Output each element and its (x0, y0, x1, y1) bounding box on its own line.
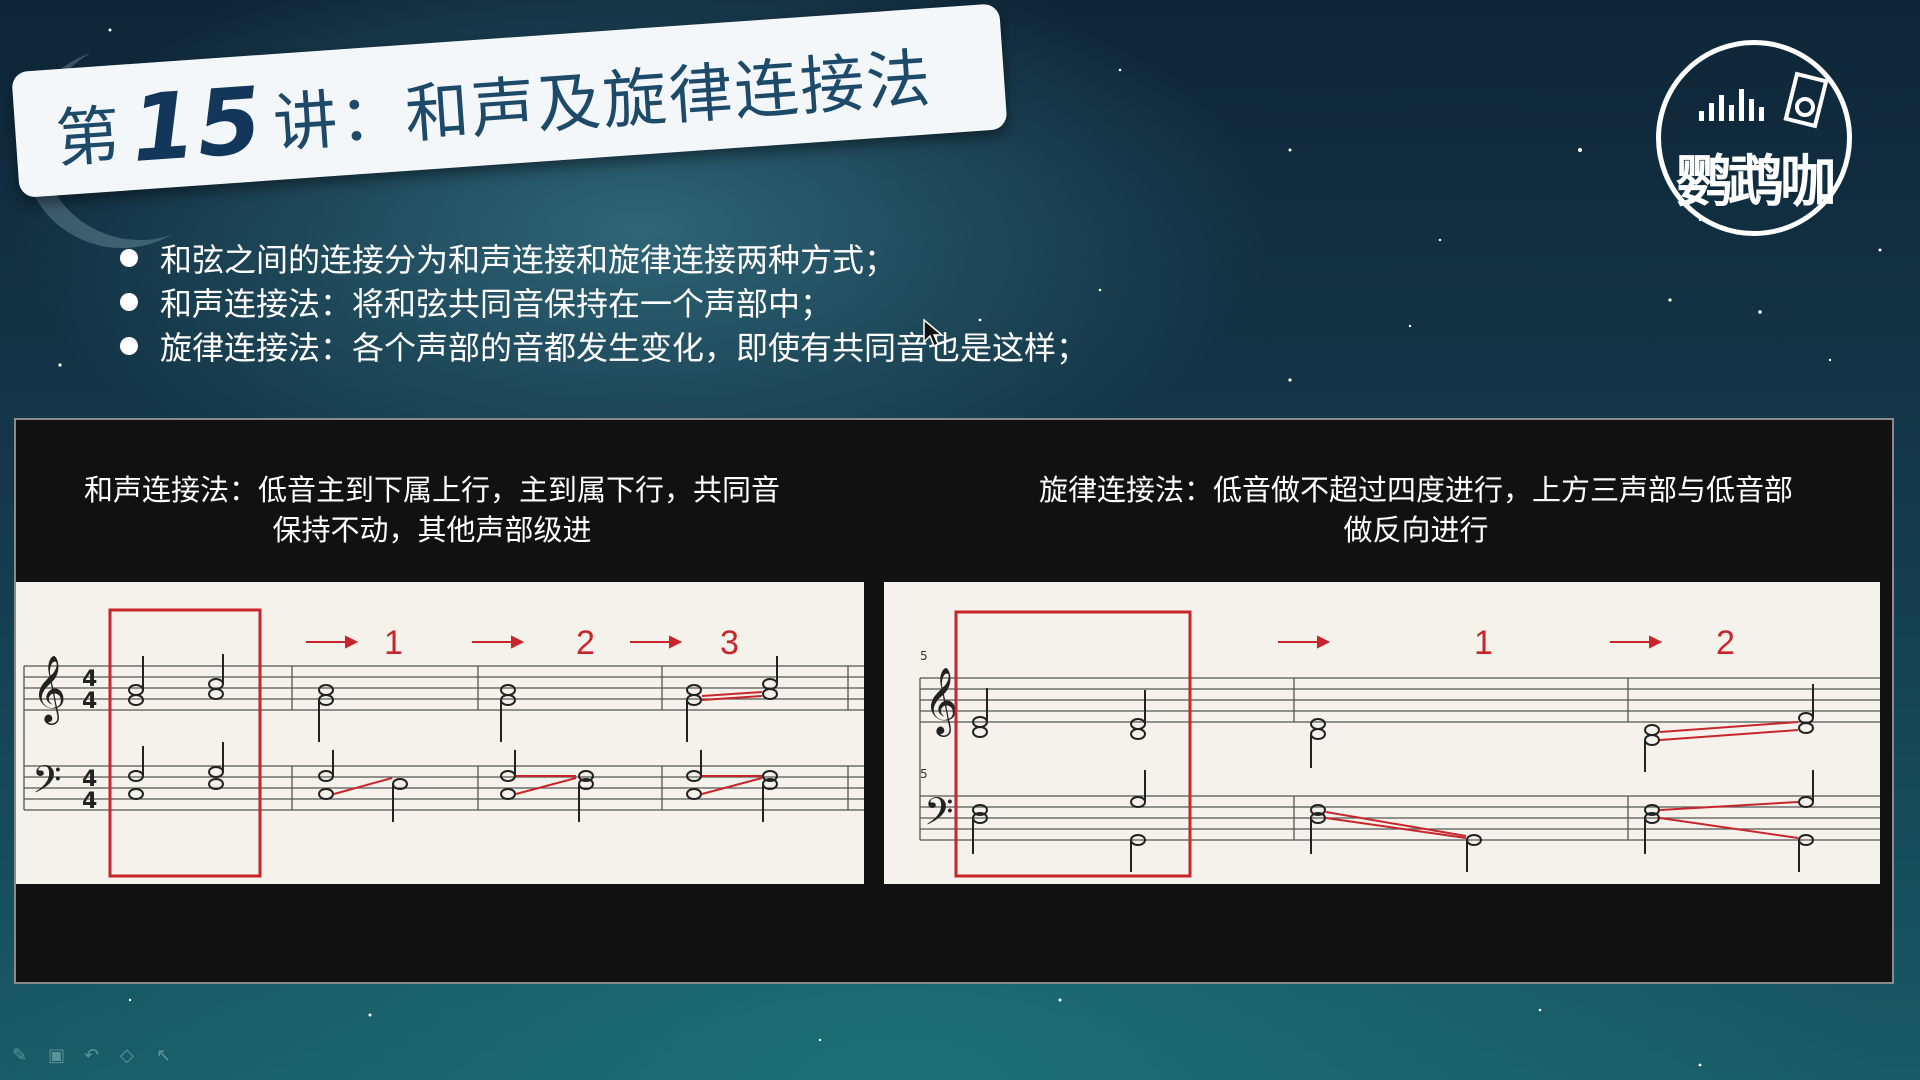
pen-tool-icon[interactable]: ✎ (12, 1046, 34, 1066)
arrow-right-icon (472, 635, 525, 649)
bullet-dot-icon (120, 249, 138, 267)
bullet-text: 旋律连接法：各个声部的音都发生变化，即使有共同音也是这样； (160, 329, 1089, 367)
time-signature-bottom: 4 (82, 789, 97, 814)
mouse-cursor-icon (923, 318, 944, 348)
left-caption: 和声连接法：低音主到下属上行，主到属下行，共同音 保持不动，其他声部级进 (52, 470, 812, 550)
pointer-icon[interactable]: ↖ (156, 1046, 178, 1066)
bullet-text: 和声连接法：将和弦共同音保持在一个声部中； (160, 285, 833, 323)
melodic-connection-score: 5 5 𝄞 𝄢 1 2 (884, 582, 1880, 884)
harmonic-connection-score: 𝄞 𝄢 4 4 4 4 1 2 3 (16, 582, 864, 884)
bass-clef-icon: 𝄢 (32, 757, 62, 811)
arrow-right-icon (1278, 635, 1331, 649)
arrow-right-icon (1610, 635, 1663, 649)
harmonic-score-svg: 𝄞 𝄢 4 4 4 4 1 2 3 (23, 608, 864, 878)
lecture-number: 15 (127, 66, 267, 183)
back-arrow-icon[interactable]: ↶ (84, 1046, 106, 1066)
step-label: 3 (720, 624, 739, 662)
right-caption: 旋律连接法：低音做不超过四度进行，上方三声部与低音部 做反向进行 (976, 470, 1856, 550)
arrow-right-icon (630, 635, 683, 649)
title-prefix: 第 (53, 98, 125, 178)
step-label: 1 (1474, 624, 1493, 662)
logo-badge: 鹦鹉咖 (1656, 40, 1852, 236)
example-panel: 和声连接法：低音主到下属上行，主到属下行，共同音 保持不动，其他声部级进 旋律连… (14, 418, 1894, 984)
logo-speaker-icon (1783, 71, 1829, 129)
step-label: 1 (384, 624, 403, 662)
highlight-box (108, 608, 262, 878)
logo-text: 鹦鹉咖 (1676, 150, 1836, 215)
melodic-score-svg: 5 5 𝄞 𝄢 1 2 (919, 610, 1880, 878)
treble-clef-icon: 𝄞 (924, 666, 958, 737)
step-label: 2 (576, 624, 595, 662)
right-caption-line: 做反向进行 (1343, 513, 1489, 547)
left-caption-line: 保持不动，其他声部级进 (272, 513, 592, 547)
voice-leading-lines (1325, 721, 1799, 839)
bullet-dot-icon (120, 337, 138, 355)
bass-clef-icon: 𝄢 (924, 789, 954, 843)
eraser-icon[interactable]: ◇ (120, 1046, 142, 1066)
treble-clef-icon: 𝄞 (32, 654, 66, 725)
logo-equalizer-icon (1699, 71, 1829, 129)
bullet-dot-icon (120, 293, 138, 311)
right-caption-line: 旋律连接法：低音做不超过四度进行，上方三声部与低音部 (1038, 473, 1793, 507)
arrow-right-icon (306, 635, 359, 649)
left-caption-line: 和声连接法：低音主到下属上行，主到属下行，共同音 (83, 473, 780, 507)
bullet-list: 和弦之间的连接分为和声连接和旋律连接两种方式； 和声连接法：将和弦共同音保持在一… (120, 236, 1088, 368)
presentation-toolbar[interactable]: ✎ ▣ ↶ ◇ ↖ (12, 1046, 178, 1066)
time-signature-bottom: 4 (82, 689, 97, 714)
measure-number: 5 (920, 649, 928, 663)
highlight-box (954, 610, 1192, 878)
step-label: 2 (1716, 624, 1735, 662)
slide-grid-icon[interactable]: ▣ (48, 1046, 70, 1066)
bullet-text: 和弦之间的连接分为和声连接和旋律连接两种方式； (160, 241, 897, 279)
measure-number: 5 (920, 767, 928, 781)
bullet-item: 和弦之间的连接分为和声连接和旋律连接两种方式； (120, 236, 1088, 280)
